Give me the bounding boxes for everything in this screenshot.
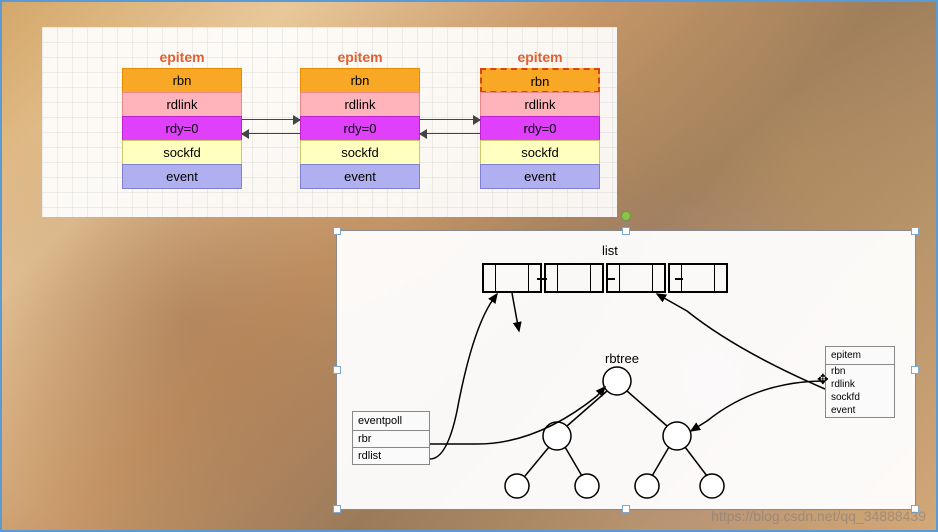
epitem-label: epitem <box>480 49 600 65</box>
epitem-struct-2: epitem rbn rdlink rdy=0 sockfd event <box>300 49 420 189</box>
resize-handle-icon[interactable] <box>333 227 341 235</box>
arrow-icon <box>242 119 300 120</box>
arrow-icon <box>242 133 300 134</box>
rotate-handle-icon[interactable] <box>621 211 631 221</box>
field-event: event <box>480 164 600 189</box>
arrow-icon <box>420 119 480 120</box>
resize-handle-icon[interactable] <box>333 366 341 374</box>
connector-icon <box>537 278 547 280</box>
epitem-label: epitem <box>122 49 242 65</box>
resize-handle-icon[interactable] <box>911 366 919 374</box>
epitem-link-diagram: epitem rbn rdlink rdy=0 sockfd event epi… <box>42 27 617 217</box>
connector-icon <box>675 278 683 280</box>
field-rdlink: rdlink <box>122 92 242 117</box>
field-sockfd: sockfd <box>826 391 894 404</box>
linked-list <box>482 263 728 293</box>
epitem-struct-1: epitem rbn rdlink rdy=0 sockfd event <box>122 49 242 189</box>
epitem-title: epitem <box>826 347 894 365</box>
field-rbn: rbn <box>826 365 894 378</box>
eventpoll-struct: eventpoll rbr rdlist <box>352 411 430 465</box>
list-node <box>544 263 604 293</box>
field-sockfd: sockfd <box>480 140 600 165</box>
connector-icon <box>607 278 615 280</box>
field-rbn: rbn <box>122 68 242 93</box>
field-event: event <box>826 404 894 417</box>
field-sockfd: sockfd <box>300 140 420 165</box>
field-event: event <box>300 164 420 189</box>
field-rdy: rdy=0 <box>300 116 420 141</box>
watermark: https://blog.csdn.net/qq_34888439 <box>711 508 926 524</box>
rbtree-diagram[interactable]: list rbtree eventpoll rbr rdlist <box>336 230 916 510</box>
field-rdlink: rdlink <box>300 92 420 117</box>
list-node <box>482 263 542 293</box>
resize-handle-icon[interactable] <box>622 227 630 235</box>
epitem-label: epitem <box>300 49 420 65</box>
field-rdlist: rdlist <box>353 448 429 464</box>
list-node <box>606 263 666 293</box>
field-rdlink: rdlink <box>480 92 600 117</box>
field-rbn: rbn <box>480 68 600 93</box>
field-rbr: rbr <box>353 431 429 448</box>
field-rbn: rbn <box>300 68 420 93</box>
field-rdy: rdy=0 <box>480 116 600 141</box>
arrow-icon <box>420 133 480 134</box>
field-event: event <box>122 164 242 189</box>
list-label: list <box>602 243 618 258</box>
field-rdy: rdy=0 <box>122 116 242 141</box>
epitem-struct-3: epitem rbn rdlink rdy=0 sockfd event <box>480 49 600 189</box>
eventpoll-title: eventpoll <box>353 412 429 431</box>
resize-handle-icon[interactable] <box>333 505 341 513</box>
rbtree-label: rbtree <box>605 351 639 366</box>
field-rdlink: rdlink <box>826 378 894 391</box>
field-sockfd: sockfd <box>122 140 242 165</box>
resize-handle-icon[interactable] <box>622 505 630 513</box>
epitem-struct-small: epitem rbn rdlink sockfd event <box>825 346 895 418</box>
resize-handle-icon[interactable] <box>911 227 919 235</box>
